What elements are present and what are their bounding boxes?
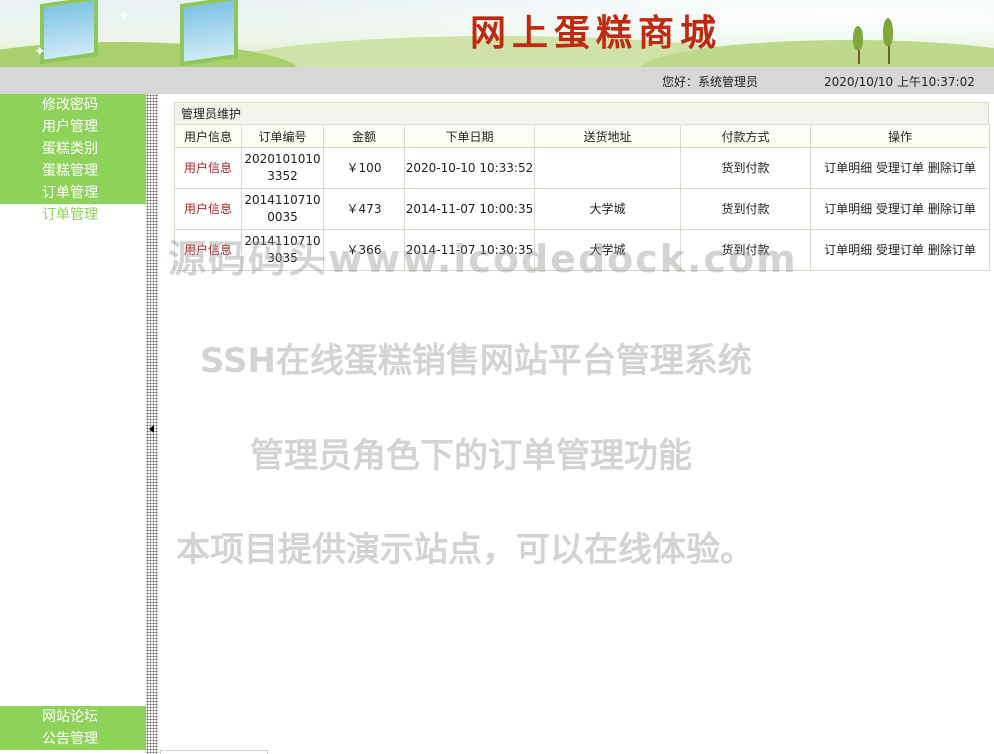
tree-icon [853,26,863,50]
watermark-text: 源码码头www.icodedock.com [168,237,798,281]
order-number-part: 2020101010 [244,152,321,166]
address-cell: 大学城 [534,188,681,230]
sparkle-icon: ✦ [34,44,46,60]
header-banner: ✦ ✦ ✦ 网上蛋糕商城 [0,0,994,67]
banner-window-illustration [40,0,98,65]
order-detail-link[interactable]: 订单明细 [824,202,872,216]
watermark-text: 本项目提供演示站点，可以在线体验。 [176,530,754,570]
order-number-part: 3352 [267,169,298,183]
sidebar-item-user-management[interactable]: 用户管理 [0,116,146,138]
delete-order-link[interactable]: 删除订单 [928,161,976,175]
amount-cell: ￥473 [323,188,405,230]
watermark-text: SSH在线蛋糕销售网站平台管理系统 [200,341,752,381]
bottom-edge-tab [160,750,268,754]
operations-cell: 订单明细 受理订单 删除订单 [810,147,990,189]
column-header: 用户信息 [174,124,242,148]
column-header: 订单编号 [241,124,324,148]
order-date-cell: 2020-10-10 10:33:52 [404,147,535,189]
address-cell [534,147,681,189]
sparkle-icon: ✦ [118,8,130,24]
operations-cell: 订单明细 受理订单 删除订单 [810,188,990,230]
payment-cell: 货到付款 [680,188,811,230]
sidebar-item-change-password[interactable]: 修改密码 [0,94,146,116]
panel-title: 管理员维护 [174,102,989,124]
order-detail-link[interactable]: 订单明细 [824,243,872,257]
site-title: 网上蛋糕商城 [470,12,723,54]
column-header: 送货地址 [534,124,681,148]
column-header: 金额 [323,124,405,148]
greeting-text: 您好：系统管理员 [662,75,759,89]
sparkle-icon: ✦ [776,28,784,38]
sidebar-item-order-management[interactable]: 订单管理 [0,182,146,204]
order-number-part: 2014110710 [244,193,321,207]
app-window: ✦ ✦ ✦ 网上蛋糕商城 您好：系统管理员 2020/10/10 上午10:37… [0,0,994,754]
order-detail-link[interactable]: 订单明细 [824,161,872,175]
sidebar-subitem-order-management[interactable]: 订单管理 [0,204,146,226]
tree-icon [883,18,893,46]
delete-order-link[interactable]: 删除订单 [928,243,976,257]
sidebar-splitter[interactable] [146,94,158,754]
watermark-text: 管理员角色下的订单管理功能 [250,436,692,476]
user-info-link[interactable]: 用户信息 [174,188,242,230]
delete-order-link[interactable]: 删除订单 [928,202,976,216]
payment-cell: 货到付款 [680,147,811,189]
order-number-part: 0035 [267,210,298,224]
accept-order-link[interactable]: 受理订单 [876,161,924,175]
table-row: 用户信息 2014110710 0035 ￥473 2014-11-07 10:0… [174,188,990,230]
accept-order-link[interactable]: 受理订单 [876,243,924,257]
accept-order-link[interactable]: 受理订单 [876,202,924,216]
order-date-cell: 2014-11-07 10:00:35 [404,188,535,230]
column-header: 操作 [810,124,990,148]
datetime-text: 2020/10/10 上午10:37:02 [824,75,975,89]
order-number-cell: 2020101010 3352 [241,147,324,189]
table-header-row: 用户信息 订单编号 金额 下单日期 送货地址 付款方式 操作 [174,124,990,148]
column-header: 付款方式 [680,124,811,148]
collapse-arrow-icon[interactable] [149,425,154,433]
column-header: 下单日期 [404,124,535,148]
sidebar-item-cake-category[interactable]: 蛋糕类别 [0,138,146,160]
sidebar-item-cake-management[interactable]: 蛋糕管理 [0,160,146,182]
banner-window-illustration [180,0,238,67]
sidebar: 修改密码 用户管理 蛋糕类别 蛋糕管理 订单管理 订单管理 网站论坛 公告管理 [0,94,146,754]
sidebar-item-announcement[interactable]: 公告管理 [0,728,146,750]
table-row: 用户信息 2020101010 3352 ￥100 2020-10-10 10:3… [174,147,990,189]
amount-cell: ￥100 [323,147,405,189]
info-bar: 您好：系统管理员 2020/10/10 上午10:37:02 [0,67,994,94]
operations-cell: 订单明细 受理订单 删除订单 [810,229,990,271]
user-info-link[interactable]: 用户信息 [174,147,242,189]
order-number-cell: 2014110710 0035 [241,188,324,230]
sidebar-item-forum[interactable]: 网站论坛 [0,706,146,728]
